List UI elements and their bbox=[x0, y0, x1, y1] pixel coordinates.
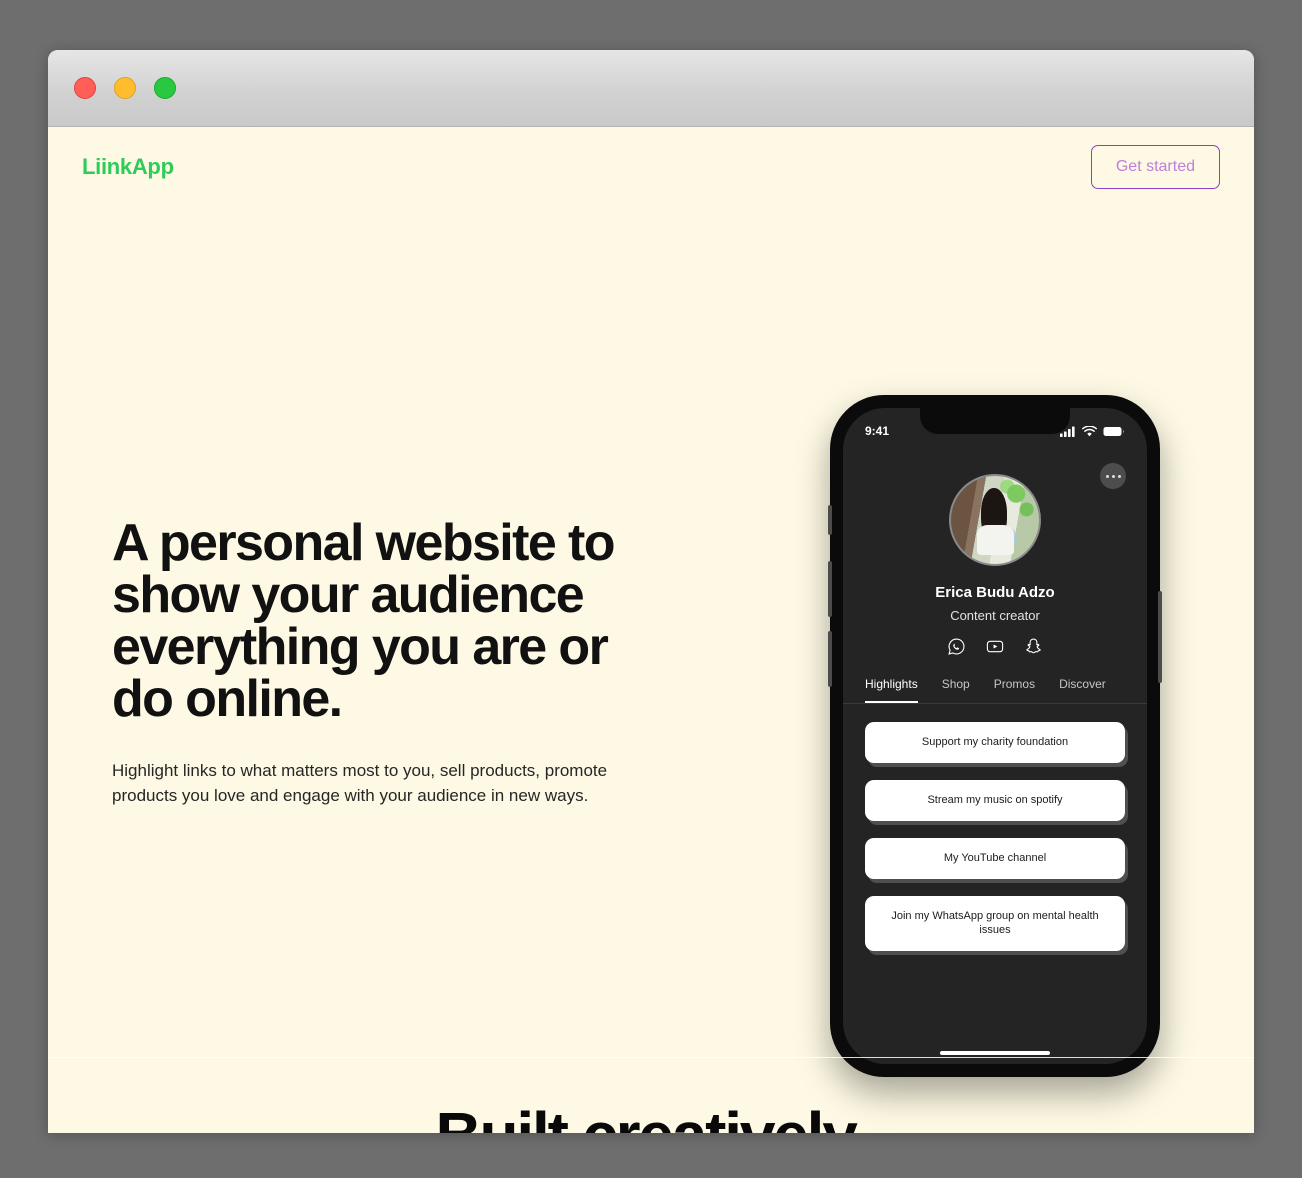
phone-volume-down-button bbox=[828, 631, 832, 687]
phone-screen: 9:41 Erica Budu Adzo Content creator Hig… bbox=[843, 408, 1147, 1064]
phone-silence-switch bbox=[828, 505, 832, 535]
tab-shop[interactable]: Shop bbox=[942, 677, 970, 703]
hero-text-block: A personal website to show your audience… bbox=[48, 207, 708, 1057]
link-list: Support my charity foundation Stream my … bbox=[843, 704, 1147, 952]
minimize-window-button[interactable] bbox=[114, 77, 136, 99]
tab-discover[interactable]: Discover bbox=[1059, 677, 1106, 703]
get-started-button[interactable]: Get started bbox=[1090, 145, 1220, 189]
home-indicator bbox=[940, 1051, 1050, 1055]
app-window: LiinkApp Get started A personal website … bbox=[48, 50, 1254, 1133]
social-links bbox=[843, 637, 1147, 656]
hero-section: A personal website to show your audience… bbox=[48, 207, 1254, 1077]
profile-tabs: Highlights Shop Promos Discover bbox=[843, 677, 1147, 704]
built-creatively-section: Built creatively. bbox=[48, 1058, 1254, 1134]
tab-promos[interactable]: Promos bbox=[994, 677, 1035, 703]
cellular-signal-icon bbox=[1060, 426, 1075, 437]
dot bbox=[1111, 474, 1115, 478]
tab-highlights[interactable]: Highlights bbox=[865, 677, 918, 703]
avatar bbox=[949, 474, 1041, 566]
traffic-lights bbox=[74, 77, 176, 99]
wifi-icon bbox=[1082, 425, 1097, 436]
status-time: 9:41 bbox=[865, 424, 890, 438]
phone-volume-up-button bbox=[828, 561, 832, 617]
phone-mockup: 9:41 Erica Budu Adzo Content creator Hig… bbox=[828, 395, 1162, 1077]
whatsapp-icon[interactable] bbox=[947, 637, 966, 656]
link-card[interactable]: Support my charity foundation bbox=[865, 722, 1125, 763]
more-options-icon[interactable] bbox=[1100, 463, 1126, 489]
status-indicators bbox=[1060, 425, 1125, 437]
close-window-button[interactable] bbox=[74, 77, 96, 99]
hero-subtitle: Highlight links to what matters most to … bbox=[112, 761, 608, 805]
link-card[interactable]: Stream my music on spotify bbox=[865, 779, 1125, 821]
phone-frame: 9:41 Erica Budu Adzo Content creator Hig… bbox=[828, 395, 1162, 1077]
dot bbox=[1117, 474, 1121, 478]
link-card[interactable]: Join my WhatsApp group on mental health … bbox=[865, 895, 1125, 952]
site-logo[interactable]: LiinkApp bbox=[82, 154, 174, 180]
snapchat-icon[interactable] bbox=[1024, 637, 1043, 656]
youtube-icon[interactable] bbox=[985, 637, 1005, 656]
phone-power-button bbox=[1158, 591, 1162, 683]
window-titlebar bbox=[48, 50, 1254, 127]
section-heading: Built creatively. bbox=[436, 1098, 869, 1134]
battery-icon bbox=[1103, 426, 1124, 436]
dot bbox=[1105, 474, 1109, 478]
page-content: LiinkApp Get started A personal website … bbox=[48, 127, 1254, 1133]
link-card[interactable]: My YouTube channel bbox=[865, 837, 1125, 879]
page-title: A personal website to show your audience… bbox=[112, 514, 616, 728]
profile-role: Content creator bbox=[950, 608, 1040, 623]
avatar-detail bbox=[977, 525, 1015, 556]
site-navbar: LiinkApp Get started bbox=[48, 127, 1254, 207]
profile-name: Erica Budu Adzo bbox=[935, 584, 1055, 601]
phone-status-bar: 9:41 bbox=[843, 408, 1147, 448]
maximize-window-button[interactable] bbox=[154, 77, 176, 99]
